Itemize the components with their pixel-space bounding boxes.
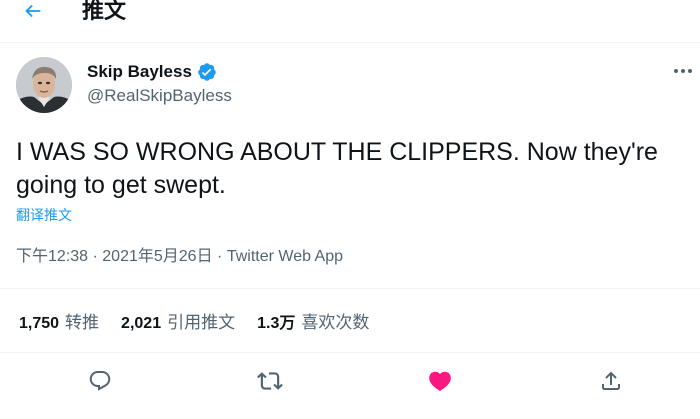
page-title: 推文	[82, 0, 127, 23]
more-options-button[interactable]	[670, 60, 696, 82]
arrow-left-icon	[25, 4, 41, 18]
reply-icon	[89, 371, 111, 391]
stat-label: 喜欢次数	[301, 313, 370, 332]
divider	[0, 288, 700, 289]
page-header: 推文	[0, 0, 700, 43]
more-horizontal-icon	[674, 69, 692, 73]
meta-separator: ·	[92, 248, 98, 265]
tweet-date[interactable]: 2021年5月26日	[102, 248, 212, 265]
stat-value: 1,750	[19, 315, 60, 332]
profile-photo	[16, 57, 72, 113]
author-name[interactable]: Skip Bayless	[87, 62, 217, 82]
tweet-meta: 下午12:38 · 2021年5月26日 · Twitter Web App	[16, 247, 343, 267]
reply-button[interactable]	[85, 366, 115, 396]
share-icon	[602, 371, 620, 390]
like-button[interactable]	[425, 366, 455, 396]
translate-tweet-link[interactable]: 翻译推文	[16, 206, 72, 224]
tweet-text: I WAS SO WRONG ABOUT THE CLIPPERS. Now t…	[16, 138, 658, 199]
verified-badge-icon	[197, 62, 217, 82]
tweet-detail-page: 推文 Skip Bayless @RealSkipBayless I WAS S…	[0, 0, 700, 419]
stat-label: 转推	[65, 313, 100, 332]
engagement-stats: 1,750 转推 2,021 引用推文 1.3万 喜欢次数	[19, 308, 391, 334]
tweet-source[interactable]: Twitter Web App	[227, 248, 343, 265]
stat-likes[interactable]: 1.3万 喜欢次数	[257, 308, 369, 333]
back-button[interactable]	[18, 0, 48, 26]
stat-value: 1.3万	[257, 315, 296, 332]
author-handle[interactable]: @RealSkipBayless	[87, 86, 232, 106]
retweet-button[interactable]	[255, 366, 285, 396]
tweet-time[interactable]: 下午12:38	[16, 248, 88, 265]
retweet-icon	[257, 372, 283, 390]
stat-label: 引用推文	[167, 313, 236, 332]
stat-retweets[interactable]: 1,750 转推	[19, 308, 99, 333]
author-name-text: Skip Bayless	[87, 62, 192, 81]
stat-quote-tweets[interactable]: 2,021 引用推文	[121, 308, 235, 333]
share-button[interactable]	[596, 366, 626, 396]
tweet-actions	[0, 356, 700, 406]
heart-filled-icon	[429, 371, 451, 391]
stat-value: 2,021	[121, 315, 162, 332]
meta-separator: ·	[217, 248, 223, 265]
avatar[interactable]	[16, 57, 72, 113]
divider	[0, 352, 700, 353]
